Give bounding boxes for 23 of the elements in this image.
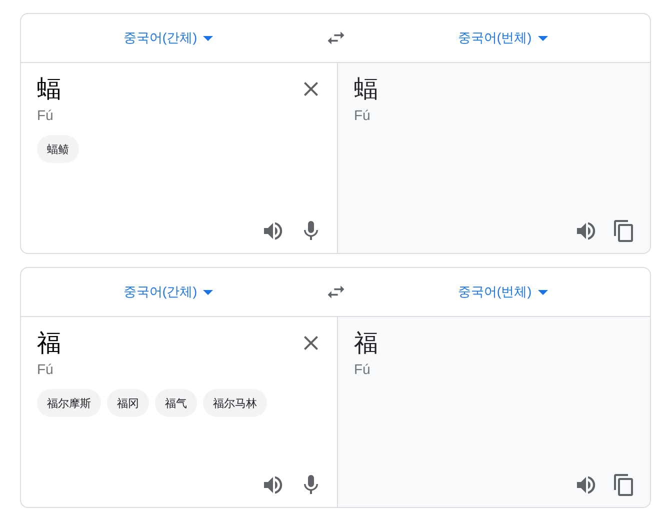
- dropdown-caret-icon[interactable]: [203, 36, 214, 40]
- pinyin-text: Fú: [354, 107, 372, 123]
- translated-text: 福: [354, 329, 379, 359]
- source-text[interactable]: 福: [37, 329, 267, 359]
- dropdown-caret-icon[interactable]: [538, 36, 548, 40]
- language-selector[interactable]: 중국어(번체): [454, 279, 552, 305]
- copy-icon[interactable]: [612, 219, 636, 243]
- copy-icon[interactable]: [612, 473, 636, 497]
- suggestion-chip[interactable]: 福冈: [107, 389, 149, 417]
- suggestion-chip[interactable]: 蝠鲼: [37, 135, 79, 163]
- suggestion-chip[interactable]: 福尔摩斯: [37, 389, 101, 417]
- translated-text: 蝠: [354, 75, 379, 105]
- source-text[interactable]: 蝠: [37, 75, 79, 105]
- pinyin-text: Fú: [37, 107, 54, 123]
- pinyin-text: Fú: [37, 361, 54, 377]
- dropdown-caret-icon[interactable]: [538, 290, 548, 294]
- language-selector[interactable]: 중국어(간체): [119, 279, 218, 305]
- suggestion-chip[interactable]: 福气: [155, 389, 197, 417]
- pinyin-text: Fú: [354, 361, 372, 377]
- suggestion-chip[interactable]: 福尔马林: [203, 389, 267, 417]
- language-selector[interactable]: 중국어(번체): [454, 25, 552, 51]
- dropdown-caret-icon[interactable]: [203, 290, 214, 294]
- language-selector[interactable]: 중국어(간체): [119, 25, 218, 51]
